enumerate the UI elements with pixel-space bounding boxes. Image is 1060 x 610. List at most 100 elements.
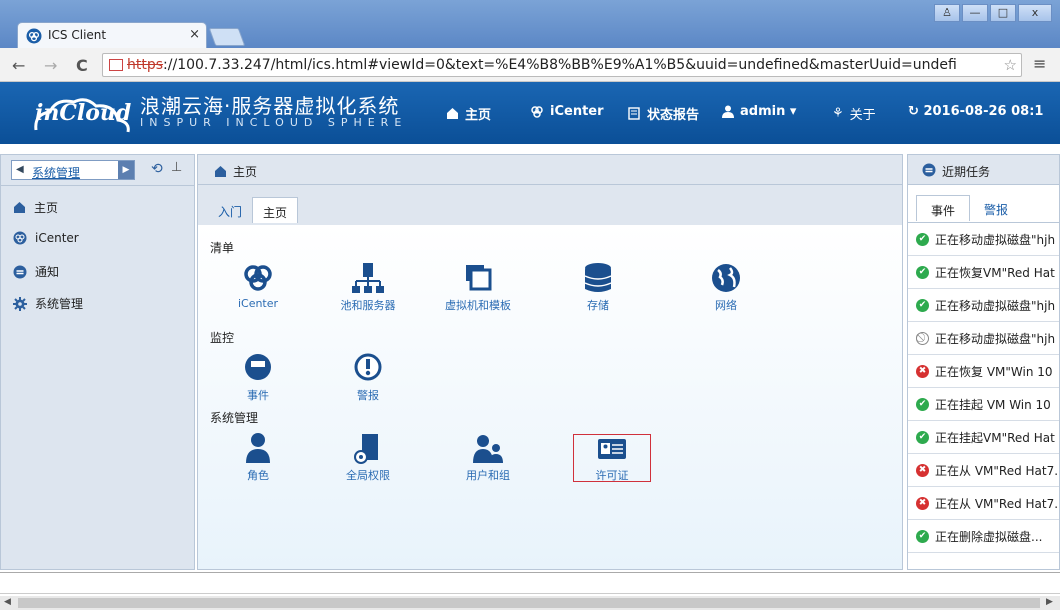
sidebar-item-notifications[interactable]: 通知 [13, 263, 59, 280]
horizontal-scrollbar[interactable]: ◀ ▶ [0, 596, 1060, 610]
task-row[interactable]: ✔ 正在移动虚拟磁盘"hjh [908, 289, 1059, 322]
task-row[interactable]: ✖ 正在恢复 VM"Win 10 [908, 355, 1059, 388]
permission-book-icon [354, 434, 378, 464]
admin-roles-label: 角色 [247, 469, 269, 482]
tab-alarms[interactable]: 警报 [970, 195, 1022, 221]
admin-global-permissions[interactable]: 全局权限 [318, 431, 418, 483]
task-row[interactable]: ✖ 正在从 VM"Red Hat7. [908, 487, 1059, 520]
task-row[interactable]: ✔ 正在挂起VM"Red Hat [908, 421, 1059, 454]
left-sidebar: ◀ 系统管理 ▶ ⟲ ⊥ 主页 iCenter 通知 系统管理 [0, 154, 195, 570]
pin-icon[interactable]: ⊥ [171, 160, 182, 175]
sidebar-item-label: 主页 [34, 201, 59, 215]
main-panel: 主页 入门 主页 清单 iCenter 池和服务器 虚拟机和模板 存储 网络 监… [197, 154, 903, 570]
user-icon [722, 105, 734, 118]
nav-about[interactable]: ⚘ 关于 [832, 104, 876, 123]
tab-events[interactable]: 事件 [916, 195, 971, 221]
admin-users-groups[interactable]: 用户和组 [438, 431, 538, 483]
scroll-right-icon[interactable]: ▶ [1046, 597, 1053, 607]
inventory-storage[interactable]: 存储 [548, 261, 648, 313]
home-icon [215, 166, 226, 177]
nav-icenter[interactable]: iCenter [530, 104, 604, 119]
sidebar-item-home[interactable]: 主页 [13, 199, 58, 216]
task-row[interactable]: ✔ 正在移动虚拟磁盘"hjh [908, 223, 1059, 256]
header-datetime: ↻ 2016-08-26 08:1 [908, 104, 1043, 119]
monitor-events[interactable]: 事件 [208, 351, 308, 403]
server-tree-icon [352, 263, 384, 293]
refresh-icon[interactable]: ↻ [908, 104, 919, 119]
sidebar-item-label: iCenter [35, 231, 79, 245]
tab-getting-started[interactable]: 入门 [208, 197, 252, 223]
task-text: 正在从 VM"Red Hat7. [935, 496, 1059, 511]
error-x-icon: ✖ [916, 463, 929, 477]
task-row[interactable]: ✖ 正在从 VM"Red Hat7. [908, 454, 1059, 487]
task-row[interactable]: ⃠ 正在移动虚拟磁盘"hjh [908, 322, 1059, 355]
nav-home[interactable]: 主页 [446, 104, 491, 123]
sidebar-view-selector[interactable]: ◀ 系统管理 ▶ [11, 160, 135, 180]
about-icon: ⚘ [832, 106, 844, 121]
inventory-icenter-label: iCenter [237, 297, 279, 310]
task-row[interactable]: ✔ 正在挂起 VM Win 10 [908, 388, 1059, 421]
admin-users-groups-label: 用户和组 [466, 469, 510, 482]
sidebar-toolbar: ◀ 系统管理 ▶ ⟲ ⊥ [11, 160, 182, 180]
selector-prev-icon[interactable]: ◀ [16, 164, 24, 175]
home-icon [14, 202, 25, 213]
browser-menu-icon[interactable]: ≡ [1033, 54, 1046, 73]
scroll-left-icon[interactable]: ◀ [4, 597, 11, 607]
home-content: 清单 iCenter 池和服务器 虚拟机和模板 存储 网络 监控 事件 警报 系… [198, 225, 902, 569]
window-maximize-button[interactable]: □ [990, 4, 1016, 22]
nav-about-label: 关于 [849, 108, 876, 123]
sidebar-item-system-admin[interactable]: 系统管理 [13, 295, 83, 312]
address-bar[interactable]: https://100.7.33.247/html/ics.html#viewI… [102, 53, 1022, 77]
success-check-icon: ✔ [916, 529, 929, 543]
monitor-alarms-label: 警报 [357, 389, 379, 402]
database-icon [584, 263, 612, 292]
inventory-pools-servers[interactable]: 池和服务器 [318, 261, 418, 313]
admin-roles[interactable]: 角色 [208, 431, 308, 483]
browser-tab[interactable]: ICS Client × [17, 22, 207, 48]
reload-button[interactable]: C [76, 56, 88, 75]
window-minimize-button[interactable]: — [962, 4, 988, 22]
nav-user-menu[interactable]: admin ▾ [722, 104, 796, 119]
browser-navbar: ← → C https://100.7.33.247/html/ics.html… [0, 48, 1060, 82]
success-check-icon: ✔ [916, 430, 929, 444]
window-close-button[interactable]: x [1018, 4, 1052, 22]
notification-icon [13, 265, 27, 278]
success-check-icon: ✔ [916, 265, 929, 279]
inventory-network[interactable]: 网络 [676, 261, 776, 313]
monitor-events-label: 事件 [247, 389, 269, 402]
inventory-network-label: 网络 [715, 299, 737, 312]
success-check-icon: ✔ [916, 298, 929, 312]
tab-home[interactable]: 主页 [252, 197, 299, 223]
selector-next-icon[interactable]: ▶ [118, 161, 134, 179]
inventory-icenter[interactable]: iCenter [208, 261, 308, 310]
inventory-vms-templates[interactable]: 虚拟机和模板 [428, 261, 528, 313]
icenter-icon [244, 265, 272, 291]
sidebar-item-label: 系统管理 [35, 297, 84, 311]
section-inventory: 清单 [210, 241, 235, 255]
scrollbar-thumb[interactable] [18, 598, 1040, 608]
forward-button[interactable]: → [44, 56, 57, 75]
system-name: 浪潮云海·服务器虚拟化系统 [140, 94, 400, 118]
error-x-icon: ✖ [916, 364, 929, 378]
section-system-admin: 系统管理 [210, 411, 259, 425]
task-text: 正在挂起VM"Red Hat [935, 430, 1055, 445]
nav-status-report[interactable]: 状态报告 [628, 104, 699, 123]
window-user-button[interactable]: ♙ [934, 4, 960, 22]
tasks-icon [922, 163, 936, 177]
ics-logo-icon [26, 28, 42, 44]
url-rest: ://100.7.33.247/html/ics.html#viewId=0&t… [163, 57, 957, 73]
sidebar-item-icenter[interactable]: iCenter [13, 231, 79, 245]
monitor-alarms[interactable]: 警报 [318, 351, 418, 403]
task-row[interactable]: ✔ 正在删除虚拟磁盘... [908, 520, 1059, 553]
task-text: 正在恢复VM"Red Hat [935, 265, 1055, 280]
cancelled-icon: ⃠ [916, 331, 929, 345]
tab-close-icon[interactable]: × [189, 27, 200, 42]
bookmark-star-icon[interactable]: ☆ [1004, 56, 1017, 74]
new-tab-button[interactable] [208, 28, 246, 46]
page-title: 主页 [214, 163, 257, 180]
task-text: 正在挂起 VM Win 10 [935, 397, 1051, 412]
back-button[interactable]: ← [12, 56, 25, 75]
task-row[interactable]: ✔ 正在恢复VM"Red Hat [908, 256, 1059, 289]
history-icon[interactable]: ⟲ [151, 161, 163, 177]
nav-user-label: admin ▾ [740, 104, 797, 119]
